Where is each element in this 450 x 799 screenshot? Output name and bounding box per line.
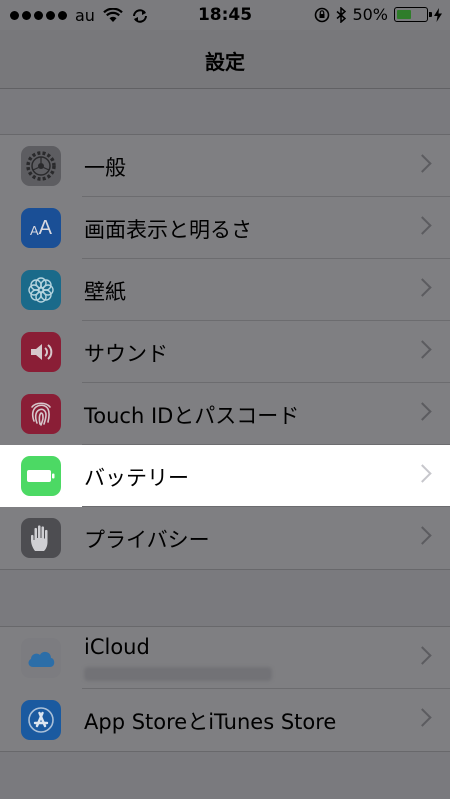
settings-row-touch-id-passcode[interactable]: Touch IDとパスコード [0, 383, 450, 445]
settings-row-general[interactable]: 一般 [0, 135, 450, 197]
status-bar: au 18:45 50% [0, 0, 450, 30]
settings-row-sounds[interactable]: サウンド [0, 321, 450, 383]
chevron-right-icon [413, 646, 432, 665]
fingerprint-icon [21, 394, 61, 434]
chevron-right-icon [413, 402, 432, 421]
settings-row-label: Touch IDとパスコード [84, 404, 300, 428]
settings-row-label: 一般 [84, 156, 126, 180]
settings-row-label: App StoreとiTunes Store [84, 710, 337, 734]
status-right: 50% [314, 5, 442, 24]
charging-bolt-icon [434, 7, 442, 22]
settings-group-main: 一般 AA 画面表示と明るさ 壁紙 サウンド Touch IDとパスコード バッ… [0, 134, 450, 570]
page-title: 設定 [205, 50, 245, 74]
battery-percent: 50% [352, 5, 388, 24]
settings-row-wallpaper[interactable]: 壁紙 [0, 259, 450, 321]
redacted-account-email [84, 667, 272, 681]
settings-row-icloud[interactable]: iCloud [0, 627, 450, 689]
chevron-right-icon [413, 216, 432, 235]
hand-icon [21, 518, 61, 558]
settings-group-accounts: iCloud App StoreとiTunes Store [0, 626, 450, 752]
text-size-icon: AA [21, 208, 61, 248]
speaker-icon [21, 332, 61, 372]
battery-icon [394, 7, 432, 22]
battery-level-fill [397, 10, 411, 19]
settings-row-battery[interactable]: バッテリー [0, 445, 450, 507]
cloud-icon [21, 638, 61, 678]
settings-row-display-brightness[interactable]: AA 画面表示と明るさ [0, 197, 450, 259]
settings-row-label: バッテリー [84, 466, 189, 490]
chevron-right-icon [413, 154, 432, 173]
settings-row-label: 壁紙 [84, 280, 126, 304]
settings-row-label: 画面表示と明るさ [84, 218, 252, 242]
navigation-bar: 設定 [0, 30, 450, 89]
orientation-lock-icon [315, 7, 330, 22]
chevron-right-icon [413, 278, 432, 297]
settings-row-label: iCloud [84, 635, 150, 659]
settings-row-app-store-itunes[interactable]: App StoreとiTunes Store [0, 689, 450, 751]
chevron-right-icon [413, 526, 432, 545]
settings-row-privacy[interactable]: プライバシー [0, 507, 450, 569]
settings-row-label: プライバシー [84, 528, 210, 552]
chevron-right-icon [413, 340, 432, 359]
settings-row-label: サウンド [84, 342, 168, 366]
gear-icon [21, 146, 61, 186]
chevron-right-icon [413, 708, 432, 727]
chevron-right-icon [413, 464, 432, 483]
flower-icon [21, 270, 61, 310]
bluetooth-icon [336, 6, 347, 23]
appstore-icon [21, 700, 61, 740]
battery-icon [21, 456, 61, 496]
